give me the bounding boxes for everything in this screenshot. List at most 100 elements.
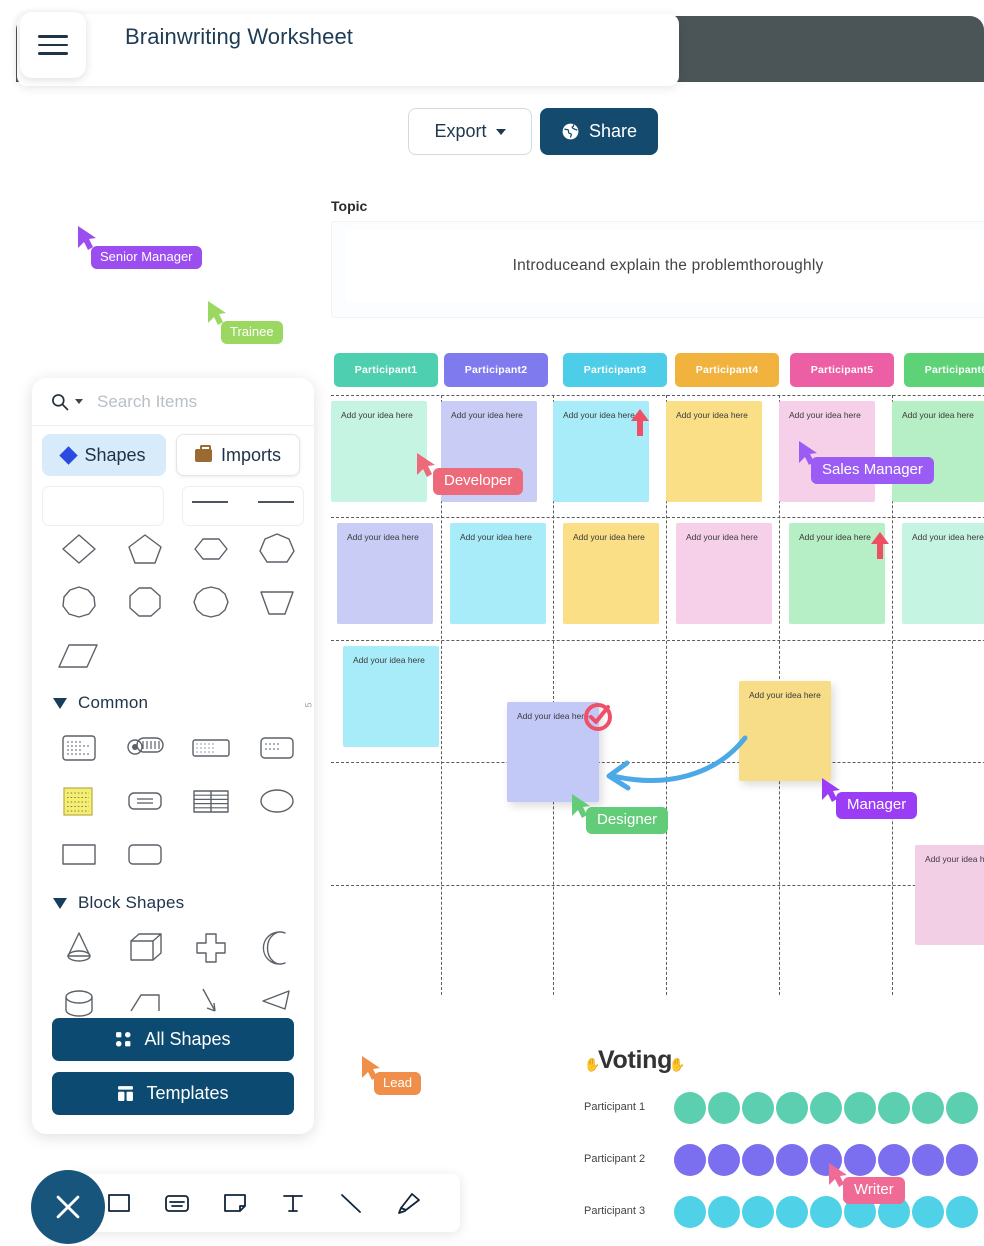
shape-cell[interactable]	[178, 524, 244, 574]
vote-dot[interactable]	[844, 1092, 876, 1124]
vote-dot[interactable]	[742, 1196, 774, 1228]
line-tool[interactable]	[334, 1186, 368, 1220]
hexagon-shape[interactable]	[189, 529, 233, 569]
section-common[interactable]: Common	[53, 693, 148, 713]
decagon-shape[interactable]	[189, 582, 233, 622]
sticky-note[interactable]: Add your idea here	[779, 401, 875, 502]
shape-cell[interactable]	[112, 776, 178, 826]
parallelogram-shape[interactable]	[57, 635, 101, 675]
vote-dot[interactable]	[776, 1144, 808, 1176]
wedge-shape[interactable]	[255, 981, 299, 1021]
shape-cell[interactable]	[244, 723, 310, 773]
vote-dot[interactable]	[912, 1092, 944, 1124]
text-tool[interactable]	[276, 1186, 310, 1220]
cylinder-shape[interactable]	[57, 981, 101, 1021]
shape-cell[interactable]	[46, 630, 112, 680]
shape-cell[interactable]	[46, 923, 112, 973]
shape-cell[interactable]	[112, 524, 178, 574]
participant-header-3[interactable]: Participant3	[563, 353, 667, 387]
shape-cell[interactable]	[244, 577, 310, 627]
pentagon-shape[interactable]	[123, 529, 167, 569]
rounded-card-shape[interactable]	[255, 728, 299, 768]
menu-button[interactable]	[20, 12, 86, 78]
vote-dot[interactable]	[674, 1196, 706, 1228]
vote-dot[interactable]	[946, 1196, 978, 1228]
shape-cell[interactable]	[112, 577, 178, 627]
close-toolbar-button[interactable]	[31, 1170, 105, 1244]
vote-dot[interactable]	[810, 1092, 842, 1124]
shape-cell[interactable]	[46, 723, 112, 773]
vote-dot[interactable]	[776, 1092, 808, 1124]
vote-dot[interactable]	[674, 1092, 706, 1124]
rounded-bar-shape[interactable]	[123, 781, 167, 821]
share-button[interactable]: Share	[540, 108, 658, 155]
wide-card-shape[interactable]	[189, 728, 233, 768]
export-button[interactable]: Export	[408, 108, 532, 155]
tab-shapes[interactable]: Shapes	[42, 434, 166, 476]
nonagon-shape[interactable]	[57, 582, 101, 622]
sticky-note[interactable]: Add your idea here	[676, 523, 772, 624]
sticky-note[interactable]: Add your idea here	[450, 523, 546, 624]
sticky-note[interactable]: Add your idea here	[666, 401, 762, 502]
sticky-note[interactable]: Add your idea here	[915, 845, 984, 945]
participant-header-6[interactable]: Participant6	[904, 353, 984, 387]
shape-cell[interactable]	[178, 923, 244, 973]
octagon-shape[interactable]	[123, 582, 167, 622]
heptagon-shape[interactable]	[255, 529, 299, 569]
vote-dot[interactable]	[708, 1144, 740, 1176]
cube-shape[interactable]	[123, 928, 167, 968]
participant-header-2[interactable]: Participant2	[444, 353, 548, 387]
vote-dot[interactable]	[674, 1144, 706, 1176]
search-dropdown-icon[interactable]	[75, 399, 83, 404]
shape-cell[interactable]	[112, 829, 178, 879]
shape-cell[interactable]	[46, 524, 112, 574]
shape-cell[interactable]	[244, 524, 310, 574]
note-card-shape[interactable]	[57, 728, 101, 768]
vote-dot[interactable]	[912, 1144, 944, 1176]
participant-header-1[interactable]: Participant1	[334, 353, 438, 387]
sticky-note[interactable]: Add your idea here	[902, 523, 984, 624]
vote-dot[interactable]	[946, 1144, 978, 1176]
sticky-note[interactable]: Add your idea here	[331, 401, 427, 502]
arrow-thin-shape[interactable]	[189, 981, 233, 1021]
tag-label-shape[interactable]	[123, 728, 167, 768]
rectangle-shape[interactable]	[57, 834, 101, 874]
rounded-rect-shape[interactable]	[123, 834, 167, 874]
shape-cell[interactable]	[46, 776, 112, 826]
card-tool[interactable]	[160, 1186, 194, 1220]
vote-dot[interactable]	[878, 1092, 910, 1124]
sticky-note[interactable]: Add your idea here	[337, 523, 433, 624]
shape-cell[interactable]	[112, 723, 178, 773]
vote-dot[interactable]	[742, 1144, 774, 1176]
participant-header-5[interactable]: Participant5	[790, 353, 894, 387]
sticky-note-shape[interactable]	[57, 781, 101, 821]
rectangle-tool[interactable]	[102, 1186, 136, 1220]
table-shape[interactable]	[189, 781, 233, 821]
vote-dot[interactable]	[708, 1196, 740, 1228]
shape-cell[interactable]	[178, 723, 244, 773]
ellipse-shape[interactable]	[255, 781, 299, 821]
shape-cell[interactable]	[46, 829, 112, 879]
vote-dot[interactable]	[810, 1196, 842, 1228]
all-shapes-button[interactable]: All Shapes	[52, 1018, 294, 1061]
search-input[interactable]	[97, 391, 277, 412]
vote-dot[interactable]	[742, 1092, 774, 1124]
templates-button[interactable]: Templates	[52, 1072, 294, 1115]
shape-cell[interactable]	[178, 577, 244, 627]
trapezoid-shape[interactable]	[255, 582, 299, 622]
sticky-note[interactable]: Add your idea here	[563, 523, 659, 624]
vote-dot[interactable]	[776, 1196, 808, 1228]
pen-tool[interactable]	[392, 1186, 426, 1220]
shape-cell[interactable]	[244, 923, 310, 973]
section-block-shapes[interactable]: Block Shapes	[53, 893, 184, 913]
crescent-shape[interactable]	[255, 928, 299, 968]
shape-cell[interactable]	[244, 776, 310, 826]
sticky-note[interactable]: Add your idea here	[343, 646, 439, 747]
shape-cell[interactable]	[46, 577, 112, 627]
step-shape[interactable]	[123, 981, 167, 1021]
cone-shape[interactable]	[57, 928, 101, 968]
sticky-note-tool[interactable]	[218, 1186, 252, 1220]
vote-dot[interactable]	[946, 1092, 978, 1124]
tab-imports[interactable]: Imports	[176, 434, 300, 476]
diamond-shape[interactable]	[57, 529, 101, 569]
